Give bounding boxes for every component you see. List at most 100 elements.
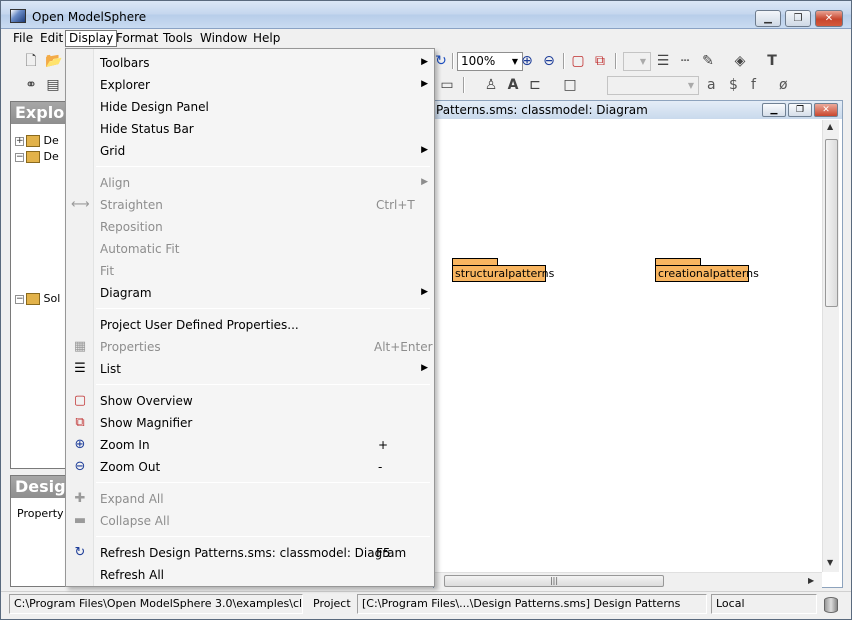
- design-panel: Design Property: [10, 475, 68, 587]
- menu-item-refresh-all[interactable]: Refresh All: [68, 564, 432, 586]
- dashed-line-icon[interactable]: ┄: [677, 53, 693, 69]
- tree-item[interactable]: − Sol: [15, 292, 60, 306]
- font-combo[interactable]: ▼: [607, 76, 699, 95]
- maximize-button[interactable]: ❐: [785, 10, 811, 27]
- magnifier-icon[interactable]: ⧉: [592, 53, 608, 69]
- menu-item-refresh-diagram[interactable]: ↻ Refresh Design Patterns.sms: classmode…: [68, 542, 432, 564]
- text-glyph-a[interactable]: a: [707, 77, 716, 93]
- menu-item-align[interactable]: Align ▶: [68, 172, 432, 194]
- menu-file[interactable]: File: [10, 31, 36, 46]
- menu-item-reposition[interactable]: Reposition: [68, 216, 432, 238]
- expand-icon[interactable]: +: [15, 136, 24, 146]
- zoom-out-icon: ⊖: [74, 459, 86, 474]
- menu-item-diagram[interactable]: Diagram ▶: [68, 282, 432, 304]
- menu-item-label: Refresh All: [100, 568, 165, 582]
- menu-item-hide-status-bar[interactable]: Hide Status Bar: [68, 118, 432, 140]
- menu-item-grid[interactable]: Grid ▶: [68, 140, 432, 162]
- new-file-icon[interactable]: 🗋: [23, 53, 39, 69]
- line-weight-icon[interactable]: ☰: [655, 53, 671, 69]
- status-mode: Local: [711, 594, 817, 614]
- zoom-in-icon[interactable]: ⊕: [519, 53, 535, 69]
- text-glyph-null[interactable]: ø: [779, 77, 788, 93]
- minimize-button[interactable]: ▁: [755, 10, 781, 27]
- vertical-scroll-thumb[interactable]: [825, 139, 838, 307]
- menu-display[interactable]: Display: [65, 30, 118, 47]
- package-tab: [655, 258, 701, 265]
- window-title: Open ModelSphere: [32, 10, 147, 24]
- horizontal-scroll-thumb[interactable]: |||: [444, 575, 664, 587]
- submenu-arrow-icon: ▶: [421, 287, 428, 297]
- clear-format-icon[interactable]: T: [764, 53, 780, 69]
- menu-help[interactable]: Help: [250, 31, 283, 46]
- text-glyph-dollar[interactable]: $: [729, 77, 738, 93]
- vertical-scrollbar[interactable]: ▲ ▼: [822, 120, 839, 572]
- design-panel-title: Design: [11, 476, 67, 498]
- database-icon[interactable]: ▤: [45, 77, 61, 93]
- menu-tools[interactable]: Tools: [160, 31, 196, 46]
- menu-separator: [96, 166, 430, 167]
- border-icon[interactable]: □: [562, 77, 578, 93]
- menu-item-automatic-fit[interactable]: Automatic Fit: [68, 238, 432, 260]
- link-icon[interactable]: ⚭: [23, 77, 39, 93]
- text-font-icon[interactable]: A: [505, 77, 521, 93]
- diagram-window-title[interactable]: Patterns.sms: classmodel: Diagram ▁ ❐ ✕: [434, 101, 842, 119]
- menu-item-collapse-all[interactable]: ▬ Collapse All: [68, 510, 432, 532]
- horizontal-scrollbar[interactable]: ||| ▶: [434, 572, 822, 588]
- menu-window[interactable]: Window: [197, 31, 250, 46]
- title-bar[interactable]: Open ModelSphere ▁ ❐ ✕: [1, 1, 851, 29]
- scroll-up-icon[interactable]: ▲: [827, 122, 833, 131]
- line-style-combo[interactable]: ▼: [623, 52, 651, 71]
- menu-item-straighten[interactable]: ⟷ Straighten Ctrl+T: [68, 194, 432, 216]
- status-project-label: Project: [313, 597, 351, 610]
- pen-color-icon[interactable]: ✎: [700, 53, 716, 69]
- menu-item-toolbars[interactable]: Toolbars ▶: [68, 52, 432, 74]
- tree-item-label: Sol: [43, 292, 61, 305]
- overview-icon[interactable]: ▢: [570, 53, 586, 69]
- menu-item-show-magnifier[interactable]: ⧉ Show Magnifier: [68, 412, 432, 434]
- menu-item-project-user-defined-properties[interactable]: Project User Defined Properties...: [68, 314, 432, 336]
- text-glyph-f[interactable]: f: [751, 77, 756, 93]
- collapse-icon[interactable]: −: [15, 294, 24, 304]
- tree-item-label: De: [43, 134, 59, 147]
- zoom-out-icon[interactable]: ⊖: [541, 53, 557, 69]
- menu-item-fit[interactable]: Fit: [68, 260, 432, 282]
- diagram-canvas[interactable]: structuralpatterns creationalpatterns: [434, 120, 822, 572]
- menu-item-zoom-in[interactable]: ⊕ Zoom In +: [68, 434, 432, 456]
- package-tab: [452, 258, 498, 265]
- text-align-icon[interactable]: ▭: [439, 77, 455, 93]
- menu-item-label: Align: [100, 176, 131, 190]
- magnifier-icon: ⧉: [75, 415, 85, 430]
- menu-item-hide-design-panel[interactable]: Hide Design Panel: [68, 96, 432, 118]
- refresh-icon[interactable]: ↻: [433, 53, 449, 69]
- menu-item-label: Straighten: [100, 198, 163, 212]
- diagram-close-button[interactable]: ✕: [814, 103, 838, 117]
- tree-item[interactable]: + De: [15, 134, 59, 148]
- open-folder-icon[interactable]: 📂: [45, 53, 62, 69]
- diagram-restore-button[interactable]: ❐: [788, 103, 812, 117]
- menu-item-show-overview[interactable]: ▢ Show Overview: [68, 390, 432, 412]
- menu-item-label: Show Overview: [100, 394, 193, 408]
- tree-item[interactable]: − De: [15, 150, 59, 164]
- toolbar-separator: [563, 53, 565, 69]
- diagram-minimize-button[interactable]: ▁: [762, 103, 786, 117]
- collapse-icon[interactable]: −: [15, 152, 24, 162]
- menu-item-explorer[interactable]: Explorer ▶: [68, 74, 432, 96]
- stamp-icon[interactable]: ♙: [483, 77, 499, 93]
- close-button[interactable]: ✕: [815, 10, 843, 27]
- menu-separator: [96, 536, 430, 537]
- fill-color-icon[interactable]: ◈: [732, 53, 748, 69]
- scroll-down-icon[interactable]: ▼: [827, 558, 833, 567]
- menu-item-zoom-out[interactable]: ⊖ Zoom Out -: [68, 456, 432, 478]
- menu-item-expand-all[interactable]: ✚ Expand All: [68, 488, 432, 510]
- status-path: C:\Program Files\Open ModelSphere 3.0\ex…: [9, 594, 303, 614]
- menu-format[interactable]: Format: [113, 31, 161, 46]
- zoom-combo[interactable]: 100% ▼: [457, 52, 523, 71]
- menu-item-properties[interactable]: ▦ Properties Alt+Enter: [68, 336, 433, 358]
- menu-edit[interactable]: Edit: [37, 31, 66, 46]
- shape-icon[interactable]: ⊏: [527, 77, 543, 93]
- menu-item-list[interactable]: ☰ List ▶: [68, 358, 432, 380]
- scroll-right-icon[interactable]: ▶: [808, 576, 814, 585]
- menu-separator: [96, 384, 430, 385]
- menu-item-label: Hide Status Bar: [100, 122, 194, 136]
- menu-item-label: Fit: [100, 264, 115, 278]
